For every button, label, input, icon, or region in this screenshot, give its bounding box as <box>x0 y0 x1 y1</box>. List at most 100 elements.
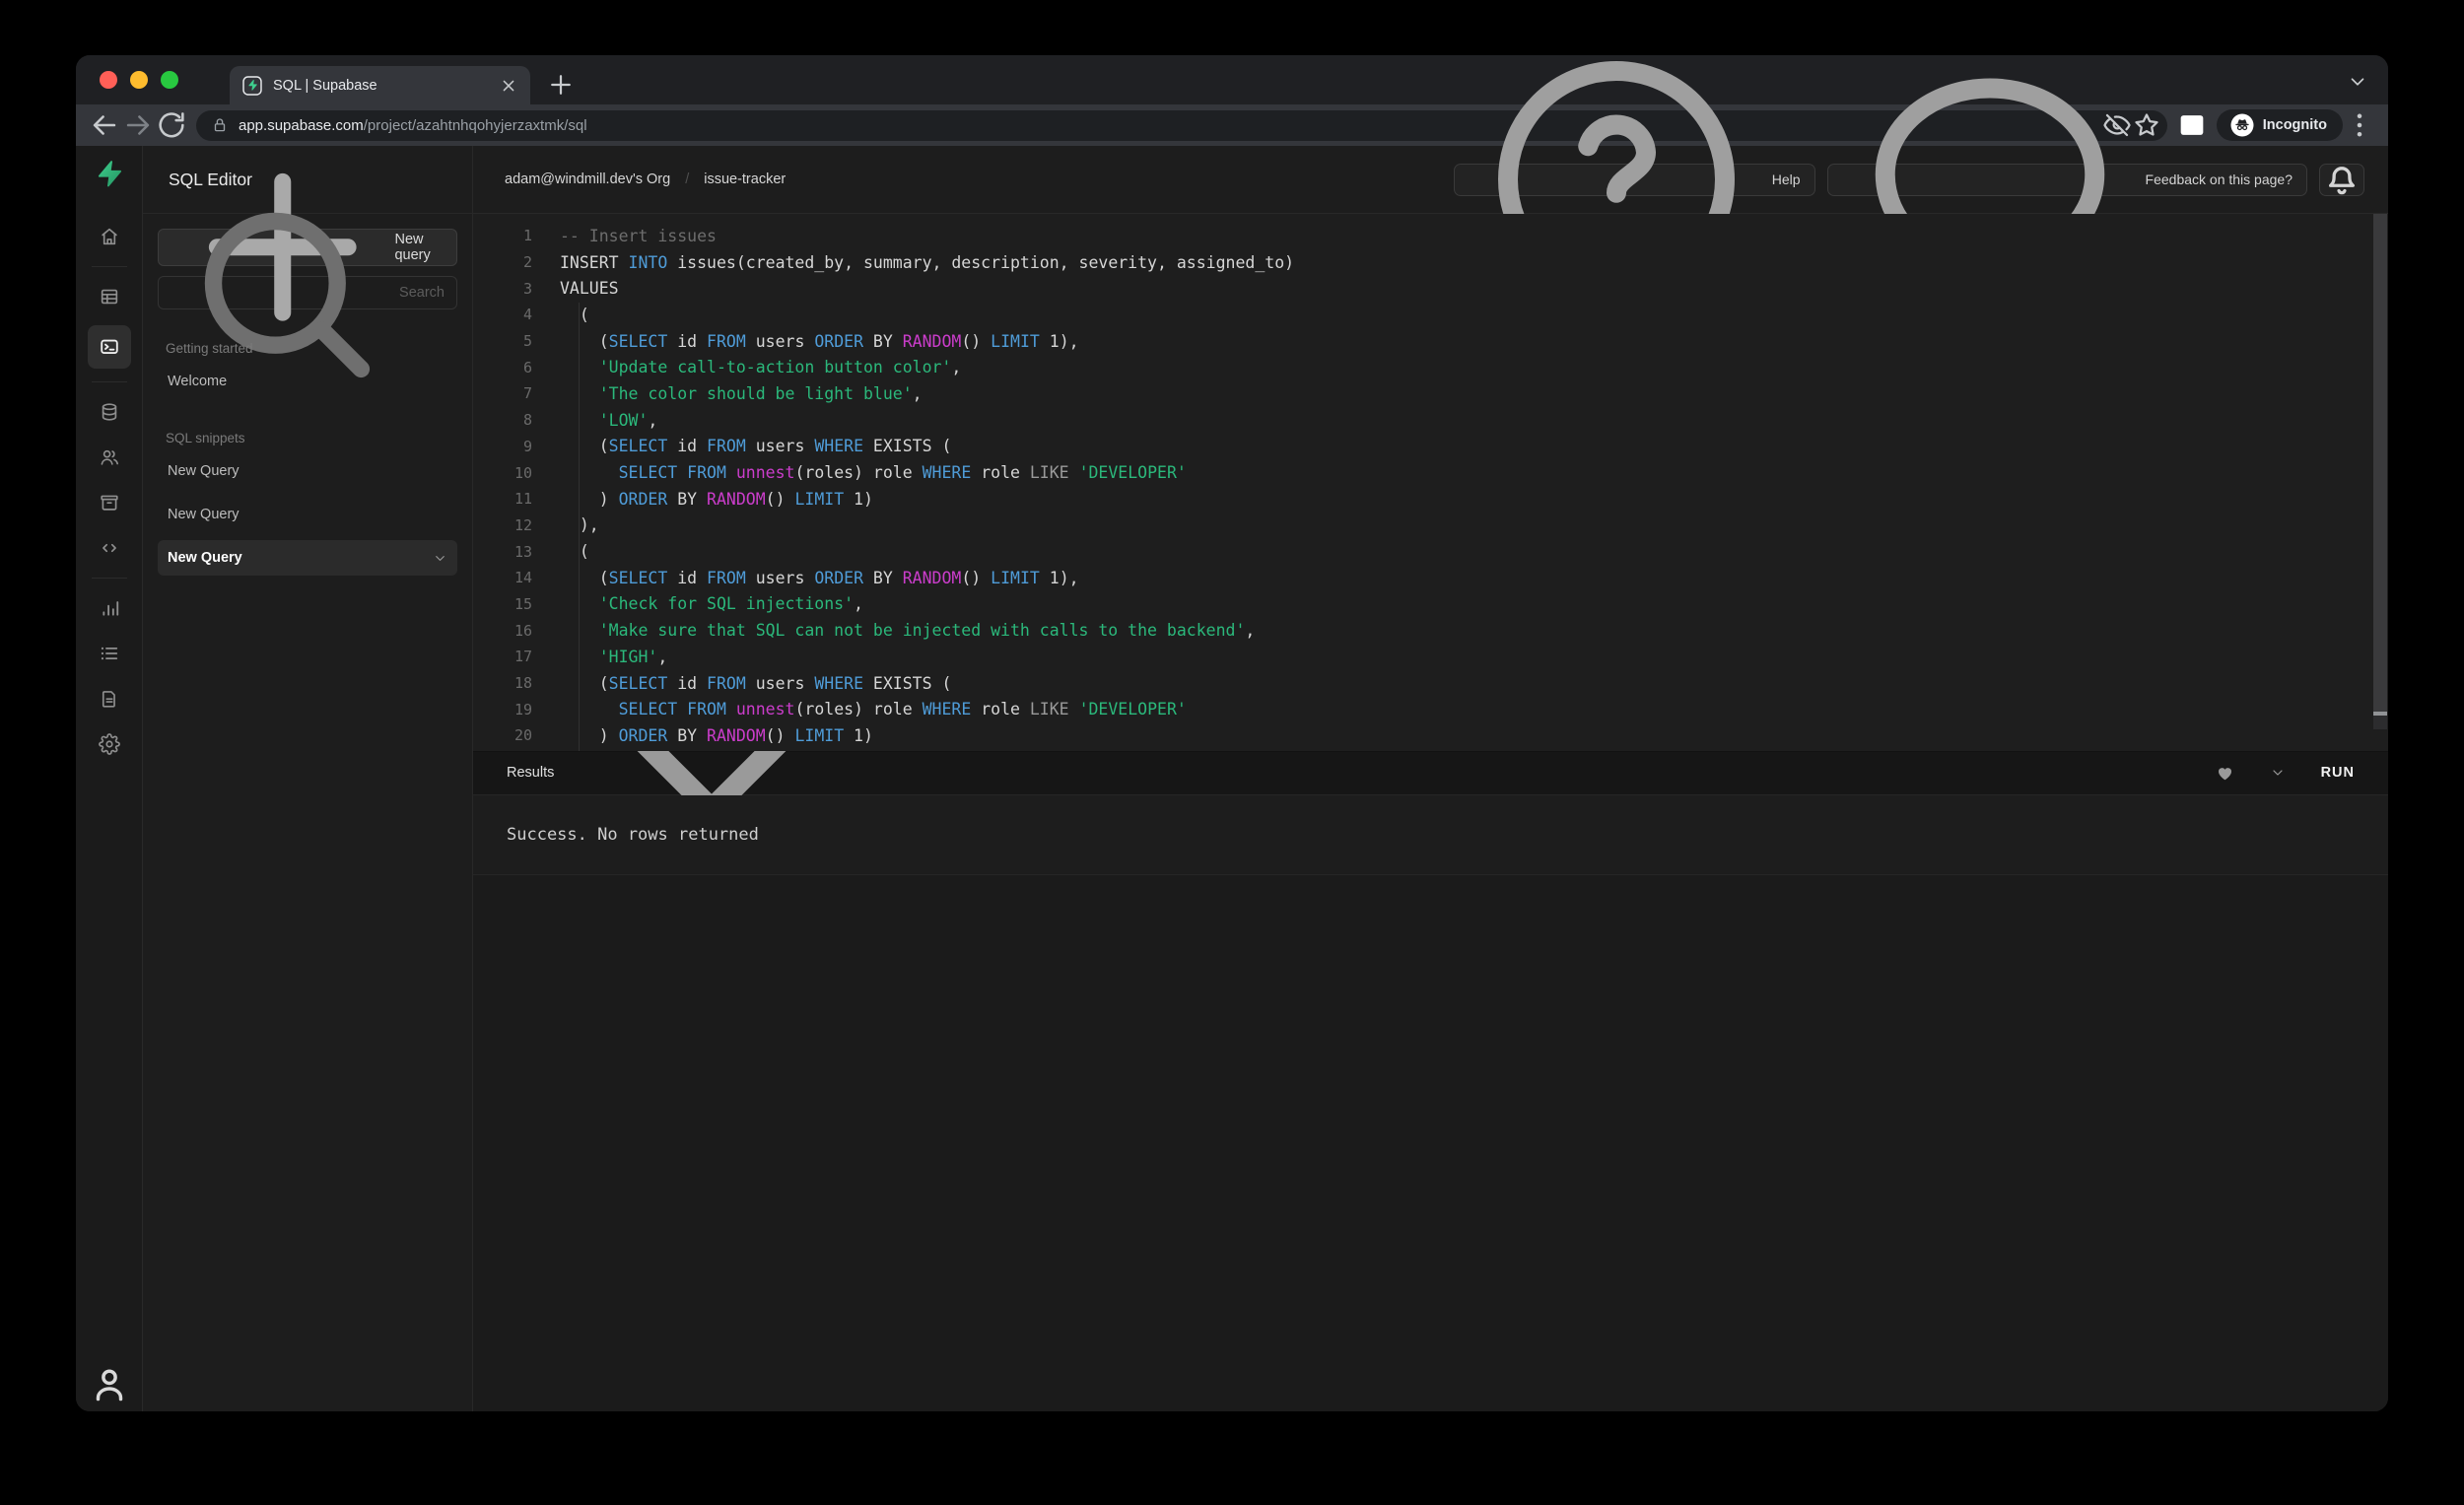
rail-item-sql-editor-active[interactable] <box>87 325 131 369</box>
supabase-favicon-icon <box>241 75 263 97</box>
browser-tab[interactable]: SQL | Supabase <box>230 66 530 104</box>
chevron-down-icon[interactable] <box>433 551 447 566</box>
archive-icon <box>99 492 120 513</box>
code-line-8[interactable]: 8 'LOW', <box>473 407 2388 434</box>
code-line-1[interactable]: 1 -- Insert issues <box>473 223 2388 249</box>
code-icon <box>99 537 120 559</box>
favorite-heart-icon[interactable] <box>2216 764 2234 783</box>
code-text: VALUES <box>560 279 619 299</box>
code-line-14[interactable]: 14 (SELECT id FROM users ORDER BY RANDOM… <box>473 565 2388 591</box>
code-line-4[interactable]: 4 ( <box>473 302 2388 328</box>
help-button[interactable]: Help <box>1453 60 1815 299</box>
sidebar-item-label: New Query <box>168 550 242 566</box>
code-text: SELECT FROM unnest(roles) role WHERE rol… <box>618 700 1187 719</box>
rail-item-reports[interactable] <box>76 585 143 631</box>
rail-item-authentication[interactable] <box>76 435 143 480</box>
code-line-11[interactable]: 11 ) ORDER BY RANDOM() LIMIT 1) <box>473 486 2388 513</box>
line-number: 4 <box>522 306 532 324</box>
rail-item-logs[interactable] <box>76 631 143 676</box>
url-path: /project/azahtnhqohyjerzaxtmk/sql <box>363 116 587 134</box>
line-number: 10 <box>513 463 532 482</box>
list-icon <box>99 643 120 664</box>
results-label: Results <box>507 765 555 781</box>
zoom-window-button[interactable] <box>161 71 178 89</box>
line-number: 5 <box>522 332 532 351</box>
code-text: INSERT INTO issues(created_by, summary, … <box>560 252 1295 272</box>
rail-item-storage[interactable] <box>76 480 143 525</box>
browser-window: SQL | Supabase app.supabase.com/project/… <box>76 55 2388 1411</box>
code-text: ( <box>560 542 589 562</box>
tab-close-icon[interactable] <box>499 76 518 96</box>
code-line-6[interactable]: 6 'Update call-to-action button color', <box>473 354 2388 380</box>
feedback-button[interactable]: Feedback on this page? <box>1826 78 2307 283</box>
code-line-10[interactable]: 10 SELECT FROM unnest(roles) role WHERE … <box>473 459 2388 486</box>
back-button[interactable] <box>88 108 121 142</box>
main-header: adam@windmill.dev's Org / issue-tracker … <box>473 60 2388 299</box>
home-icon <box>99 226 120 247</box>
scrollbar-thumb[interactable] <box>2373 214 2387 712</box>
editor-scrollbar[interactable] <box>2373 214 2387 751</box>
rail-item-home[interactable] <box>76 214 143 259</box>
close-window-button[interactable] <box>100 71 117 89</box>
sidebar-item-new-query[interactable]: New Query <box>158 497 457 532</box>
code-line-7[interactable]: 7 'The color should be light blue', <box>473 380 2388 407</box>
browser-menu-kebab-icon[interactable] <box>2343 108 2376 142</box>
new-tab-button[interactable] <box>546 70 576 100</box>
code-line-3[interactable]: 3 VALUES <box>473 275 2388 302</box>
notifications-button[interactable] <box>2319 163 2364 196</box>
rail-item-database[interactable] <box>76 389 143 435</box>
search-input[interactable]: Search <box>158 212 457 378</box>
code-text: 'The color should be light blue', <box>598 383 923 403</box>
breadcrumb-project[interactable]: issue-tracker <box>704 171 786 187</box>
code-line-16[interactable]: 16 'Make sure that SQL can not be inject… <box>473 617 2388 644</box>
rail-item-settings[interactable] <box>76 721 143 767</box>
code-text: ) ORDER BY RANDOM() LIMIT 1) <box>560 489 873 509</box>
code-line-5[interactable]: 5 (SELECT id FROM users ORDER BY RANDOM(… <box>473 328 2388 355</box>
code-line-18[interactable]: 18 (SELECT id FROM users WHERE EXISTS ( <box>473 670 2388 697</box>
line-number: 11 <box>513 490 532 509</box>
code-text: ( <box>560 305 589 324</box>
run-options-chevron-icon[interactable] <box>2270 765 2286 781</box>
code-line-2[interactable]: 2 INSERT INTO issues(created_by, summary,… <box>473 249 2388 276</box>
bottom-strip <box>473 873 2388 1411</box>
url-text[interactable]: app.supabase.com/project/azahtnhqohyjerz… <box>239 117 2102 134</box>
line-number: 7 <box>522 384 532 403</box>
table-icon <box>99 286 120 308</box>
feedback-label: Feedback on this page? <box>2145 171 2293 187</box>
code-line-17[interactable]: 17 'HIGH', <box>473 644 2388 670</box>
bar-chart-icon <box>99 597 120 619</box>
forward-button[interactable] <box>121 108 155 142</box>
sidebar-item-new-query[interactable]: New Query <box>158 540 457 576</box>
code-line-13[interactable]: 13 ( <box>473 538 2388 565</box>
rail-item-api[interactable] <box>76 525 143 571</box>
code-line-20[interactable]: 20 ) ORDER BY RANDOM() LIMIT 1) <box>473 722 2388 749</box>
tab-search-chevron-icon[interactable] <box>2347 71 2368 93</box>
query-result-message: Success. No rows returned <box>473 794 2388 874</box>
supabase-logo-icon[interactable] <box>95 159 124 188</box>
side-panel-icon[interactable] <box>2175 108 2209 142</box>
incognito-badge: Incognito <box>2216 109 2343 141</box>
minimize-window-button[interactable] <box>130 71 148 89</box>
line-number: 13 <box>513 542 532 561</box>
code-line-9[interactable]: 9 (SELECT id FROM users WHERE EXISTS ( <box>473 434 2388 460</box>
rail-item-docs[interactable] <box>76 676 143 721</box>
sql-code-editor[interactable]: 1 -- Insert issues 2 INSERT INTO issues(cre… <box>473 214 2388 751</box>
code-line-19[interactable]: 19 SELECT FROM unnest(roles) role WHERE … <box>473 696 2388 722</box>
code-text: SELECT FROM unnest(roles) role WHERE rol… <box>618 463 1187 483</box>
search-placeholder: Search <box>399 285 445 301</box>
incognito-label: Incognito <box>2262 117 2327 133</box>
rail-item-table-editor[interactable] <box>76 274 143 319</box>
code-text: 'HIGH', <box>598 647 668 666</box>
users-icon <box>99 446 120 468</box>
code-line-12[interactable]: 12 ), <box>473 513 2388 539</box>
breadcrumb-separator: / <box>685 171 690 187</box>
breadcrumb-org[interactable]: adam@windmill.dev's Org <box>505 171 670 187</box>
run-button[interactable]: RUN <box>2321 765 2355 781</box>
sidebar-item-new-query[interactable]: New Query <box>158 453 457 489</box>
account-icon[interactable] <box>76 1362 143 1407</box>
sidebar-item-label: New Query <box>168 463 240 479</box>
code-line-21[interactable]: 21 ), <box>473 749 2388 751</box>
code-line-15[interactable]: 15 'Check for SQL injections', <box>473 591 2388 618</box>
supabase-app: SQL Editor New query Search Getting star… <box>76 60 2388 1411</box>
line-number: 8 <box>522 411 532 430</box>
